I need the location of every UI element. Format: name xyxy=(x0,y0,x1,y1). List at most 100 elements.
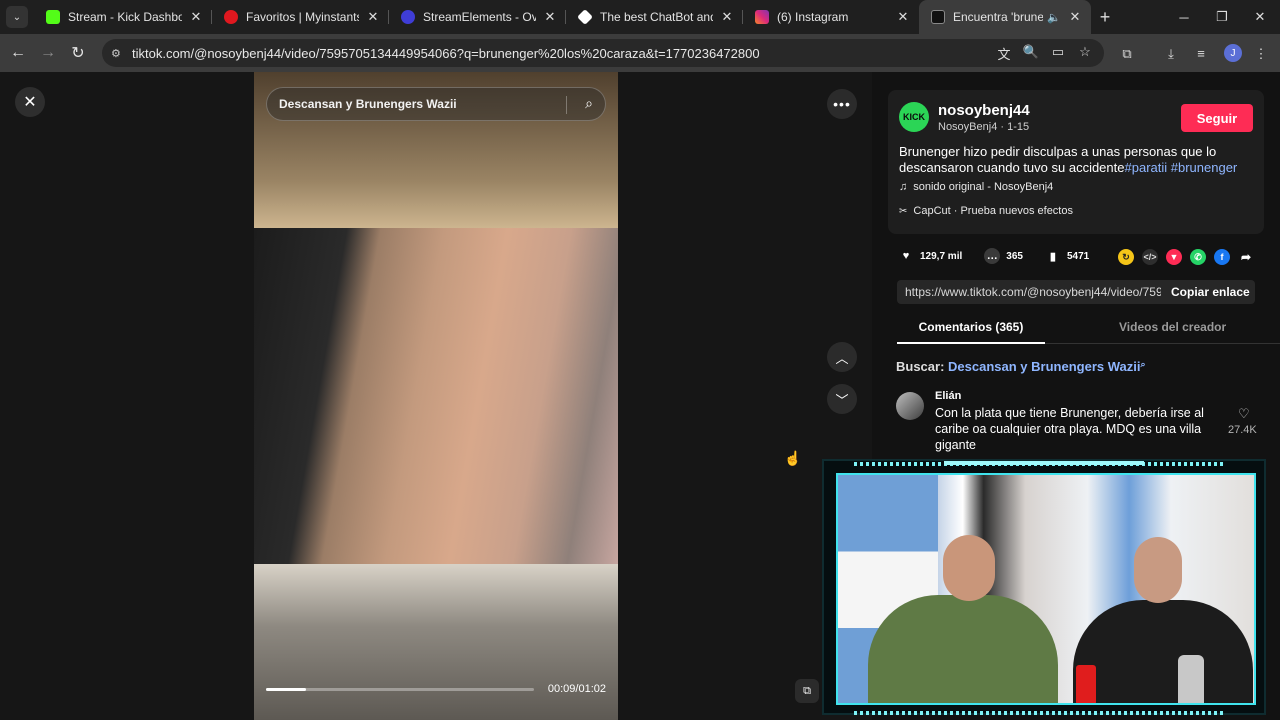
search-icon[interactable]: ⌕ xyxy=(585,95,593,112)
bookmark-icon[interactable]: ▮ xyxy=(1045,248,1061,264)
music-row[interactable]: ♫ sonido original - NosoyBenj4 xyxy=(899,181,1053,193)
webcam-overlay xyxy=(822,459,1266,715)
like-count: 129,7 mil xyxy=(920,250,963,262)
menu-kebab-icon[interactable]: ⋮ xyxy=(1252,46,1270,62)
music-note-icon: ♫ xyxy=(899,181,908,193)
translate-icon[interactable]: 文 xyxy=(995,44,1013,63)
close-tab-icon[interactable]: ✕ xyxy=(365,9,381,25)
video-player[interactable]: Descansan y Brunengers Wazii ⌕ 00:09/01:… xyxy=(254,72,618,720)
tab-title: Favoritos | Myinstants xyxy=(246,10,359,24)
maximize-button[interactable]: ❐ xyxy=(1203,0,1241,34)
new-tab-button[interactable]: + xyxy=(1091,7,1119,28)
tab-title: (6) Instagram xyxy=(777,10,849,24)
close-tab-icon[interactable]: ✕ xyxy=(895,9,911,25)
like-stat[interactable]: ♥ 129,7 mil xyxy=(898,248,963,264)
whatsapp-icon[interactable]: ✆ xyxy=(1190,249,1206,265)
comment-stat[interactable]: … 365 xyxy=(984,248,1023,264)
commenter-avatar[interactable] xyxy=(896,392,924,420)
repost-icon[interactable]: ↻ xyxy=(1118,249,1134,265)
engagement-stats: ♥ 129,7 mil … 365 ▮ 5471 xyxy=(898,248,1111,264)
mouse-cursor-icon: ☝ xyxy=(784,450,802,466)
tab-instagram[interactable]: (6) Instagram ✕ xyxy=(743,0,919,34)
speaker-icon[interactable]: 🔈 xyxy=(1047,11,1061,24)
heart-icon[interactable]: ♥ xyxy=(898,248,914,264)
capcut-row[interactable]: ✂ CapCut · Prueba nuevos efectos xyxy=(899,205,1073,217)
close-window-button[interactable]: ✕ xyxy=(1241,0,1279,34)
nickname-date: NosoyBenj4 · 1-15 xyxy=(938,121,1030,133)
red-cup xyxy=(1076,665,1096,703)
send-icon[interactable]: ▼ xyxy=(1166,249,1182,265)
pip-icon: ⧉ xyxy=(803,684,811,697)
tab-comments[interactable]: Comentarios (365) xyxy=(897,320,1045,334)
back-button[interactable]: ← xyxy=(3,44,33,62)
browser-toolbar: ← → ↻ ⚙ tiktok.com/@nosoybenj44/video/75… xyxy=(0,34,1280,72)
minimize-button[interactable]: ─ xyxy=(1165,0,1203,34)
comment-like-count: 27.4K xyxy=(1228,424,1257,436)
chevron-down-icon: ﹀ xyxy=(835,392,849,408)
close-tab-icon[interactable]: ✕ xyxy=(188,9,204,25)
embed-icon[interactable]: </> xyxy=(1142,249,1158,265)
cast-icon[interactable]: ▭ xyxy=(1049,44,1067,60)
copy-link-button[interactable]: Copiar enlace xyxy=(1171,285,1250,299)
chevron-down-icon: ⌄ xyxy=(12,11,22,23)
bookmark-star-icon[interactable]: ☆ xyxy=(1076,44,1094,60)
video-frame xyxy=(254,228,618,608)
pip-button[interactable]: ⧉ xyxy=(795,679,819,703)
tab-myinstants[interactable]: Favoritos | Myinstants ✕ xyxy=(212,0,389,34)
previous-video-button[interactable]: ︿ xyxy=(827,342,857,372)
streamelements-icon xyxy=(401,10,415,24)
commenter-name[interactable]: Elián xyxy=(935,390,961,402)
post-info-card: KICK nosoybenj44 NosoyBenj4 · 1-15 Segui… xyxy=(888,90,1264,234)
address-bar[interactable]: ⚙ tiktok.com/@nosoybenj44/video/75957051… xyxy=(102,39,1104,67)
thermos xyxy=(1178,655,1204,703)
tab-creator-videos[interactable]: Videos del creador xyxy=(1119,320,1226,334)
avatar[interactable]: KICK xyxy=(899,102,929,132)
zoom-icon[interactable]: 🔍 xyxy=(1022,44,1040,60)
share-link-text[interactable]: https://www.tiktok.com/@nosoybenj44/vide… xyxy=(905,285,1161,299)
video-blur-bottom xyxy=(254,564,618,720)
tab-streamelements[interactable]: StreamElements - Overlays ✕ xyxy=(389,0,566,34)
capcut-label[interactable]: CapCut · Prueba nuevos efectos xyxy=(913,205,1073,217)
close-icon: ✕ xyxy=(23,94,37,111)
url-text[interactable]: tiktok.com/@nosoybenj44/video/7595705134… xyxy=(132,46,760,61)
tab-kick-dashboard[interactable]: Stream - Kick Dashboard ✕ xyxy=(34,0,212,34)
tab-title: StreamElements - Overlays xyxy=(423,10,536,24)
search-divider xyxy=(566,96,567,114)
hashtag-links[interactable]: #paratii #brunenger xyxy=(1125,160,1238,175)
download-icon[interactable]: ⤓ xyxy=(1162,46,1180,62)
webcam-feed xyxy=(836,473,1256,705)
myinstants-icon xyxy=(224,10,238,24)
close-tab-icon[interactable]: ✕ xyxy=(719,9,735,25)
close-viewer-button[interactable]: ✕ xyxy=(15,87,45,117)
more-options-button[interactable]: ••• xyxy=(827,89,857,119)
guest-head xyxy=(1134,537,1182,603)
share-arrow-icon[interactable]: ➦ xyxy=(1238,249,1254,265)
close-tab-icon[interactable]: ✕ xyxy=(542,9,558,25)
comment-like-icon[interactable]: ♡ xyxy=(1238,406,1250,422)
search-icon[interactable]: ⌕ xyxy=(1140,359,1145,369)
tab-search-button[interactable]: ⌄ xyxy=(6,6,28,28)
streamer-body xyxy=(868,595,1058,703)
forward-button[interactable]: → xyxy=(33,44,63,62)
site-info-icon[interactable]: ⚙ xyxy=(111,47,129,60)
streamer-head xyxy=(943,535,995,601)
comment-icon[interactable]: … xyxy=(984,248,1001,264)
share-link-box[interactable]: https://www.tiktok.com/@nosoybenj44/vide… xyxy=(897,280,1255,304)
tab-tiktok[interactable]: Encuentra 'brunenger 🔈 ✕ xyxy=(919,0,1091,34)
profile-avatar[interactable]: J xyxy=(1224,44,1242,62)
music-title[interactable]: sonido original - NosoyBenj4 xyxy=(913,181,1053,193)
save-stat[interactable]: ▮ 5471 xyxy=(1045,248,1089,264)
follow-button[interactable]: Seguir xyxy=(1181,104,1253,132)
related-search-link[interactable]: Descansan y Brunengers Wazii xyxy=(948,359,1140,374)
next-video-button[interactable]: ﹀ xyxy=(827,384,857,414)
username-link[interactable]: nosoybenj44 xyxy=(938,102,1030,119)
close-tab-icon[interactable]: ✕ xyxy=(1067,9,1083,25)
facebook-icon[interactable]: f xyxy=(1214,249,1230,265)
tab-chatbot[interactable]: The best ChatBot and Widg ✕ xyxy=(566,0,743,34)
video-search-box[interactable]: Descansan y Brunengers Wazii ⌕ xyxy=(266,87,606,121)
overlay-scanline-bottom xyxy=(854,711,1224,715)
extensions-icon[interactable]: ⧉ xyxy=(1118,46,1136,62)
video-progress-bar[interactable] xyxy=(266,688,534,691)
media-control-icon[interactable]: ≡ xyxy=(1192,46,1210,61)
reload-button[interactable]: ↻ xyxy=(63,43,93,63)
